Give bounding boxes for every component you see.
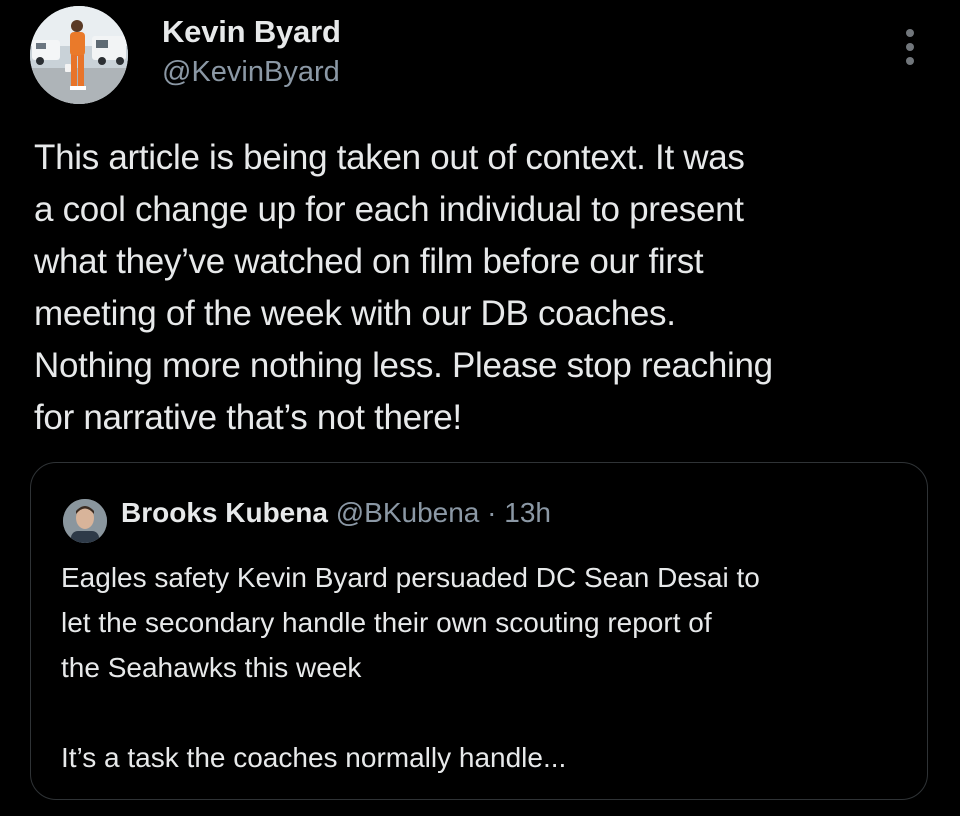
more-options-button[interactable] <box>894 24 926 70</box>
separator-dot: · <box>487 497 497 528</box>
more-options-icon <box>906 29 914 65</box>
tweet-text-line: for narrative that’s not there! <box>34 398 462 437</box>
author-avatar[interactable] <box>30 6 128 104</box>
quoted-text-line: the Seahawks this week <box>61 652 362 683</box>
profile-photo-avatar-icon <box>63 499 107 543</box>
tweet-text: This article is being taken out of conte… <box>34 132 946 444</box>
quoted-author-avatar[interactable] <box>63 499 107 543</box>
tweet-text-line: what they’ve watched on film before our … <box>34 242 704 281</box>
quoted-text-line: Eagles safety Kevin Byard persuaded DC S… <box>61 562 760 593</box>
quoted-text-line: It’s a task the coaches normally handle.… <box>61 742 567 773</box>
quoted-tweet-header: Brooks Kubena @BKubena · 13h <box>121 497 551 529</box>
tweet-text-line: meeting of the week with our DB coaches. <box>34 294 676 333</box>
tweet-text-line: Nothing more nothing less. Please stop r… <box>34 346 773 385</box>
quoted-author-name[interactable]: Brooks Kubena <box>121 497 328 528</box>
quoted-tweet-time[interactable]: 13h <box>504 497 551 528</box>
tweet-text-line: This article is being taken out of conte… <box>34 138 745 177</box>
author-display-name[interactable]: Kevin Byard <box>162 14 341 50</box>
quoted-author-handle[interactable]: @BKubena <box>336 497 480 528</box>
quoted-tweet-text: Eagles safety Kevin Byard persuaded DC S… <box>61 555 921 780</box>
profile-photo-avatar-icon <box>30 6 128 104</box>
quoted-text-line: let the secondary handle their own scout… <box>61 607 712 638</box>
quoted-tweet-card[interactable]: Brooks Kubena @BKubena · 13h Eagles safe… <box>30 462 928 800</box>
tweet-text-line: a cool change up for each individual to … <box>34 190 744 229</box>
author-handle[interactable]: @KevinByard <box>162 56 340 89</box>
